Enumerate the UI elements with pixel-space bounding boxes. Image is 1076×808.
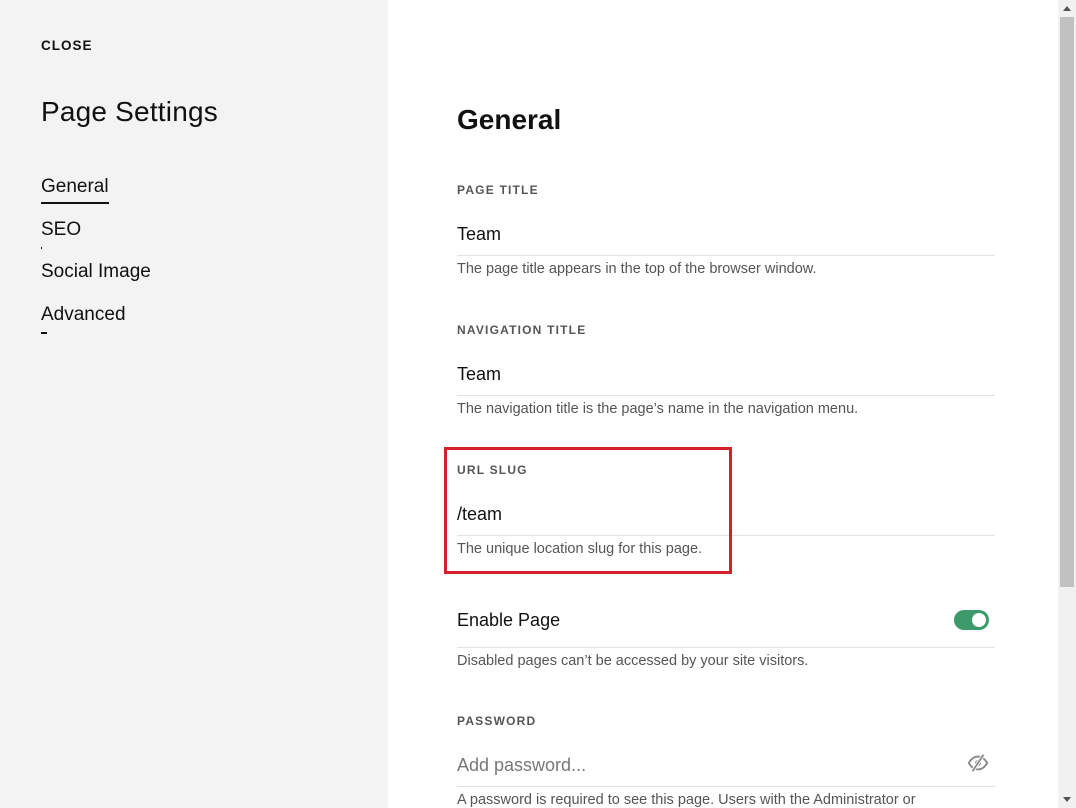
field-help: Disabled pages can’t be accessed by your… [457, 653, 809, 669]
nav-item-label: Social Image [41, 261, 151, 282]
password-field: PASSWORD A password is required to see t… [457, 714, 995, 808]
field-help: The page title appears in the top of the… [457, 261, 817, 277]
scrollbar[interactable] [1058, 0, 1076, 808]
field-help: The navigation title is the page’s name … [457, 401, 859, 417]
nav-item-label: Advanced [41, 303, 126, 325]
nav-item-general[interactable]: General [41, 176, 151, 219]
password-input[interactable] [457, 752, 995, 778]
navigation-title-field: NAVIGATION TITLE The navigation title is… [457, 323, 995, 417]
field-label: NAVIGATION TITLE [457, 323, 587, 337]
enable-page-help-block: Disabled pages can’t be accessed by your… [457, 647, 995, 669]
toggle-knob [972, 613, 986, 627]
nav-underline-indicator [41, 246, 42, 249]
enable-page-row: Enable Page [457, 606, 995, 636]
field-divider [457, 647, 995, 648]
enable-page-toggle[interactable] [954, 610, 989, 630]
navigation-title-input[interactable] [457, 361, 995, 387]
field-help: The unique location slug for this page. [457, 541, 703, 557]
nav-item-label: General [41, 176, 109, 204]
url-slug-field: URL SLUG The unique location slug for th… [457, 463, 995, 557]
field-label: PASSWORD [457, 714, 537, 728]
field-divider [457, 255, 995, 256]
sidebar-title: Page Settings [41, 96, 218, 127]
scroll-down-icon[interactable] [1063, 797, 1071, 802]
eye-off-icon[interactable] [967, 752, 989, 774]
field-divider [457, 786, 995, 787]
field-divider [457, 395, 995, 396]
sidebar: CLOSE Page Settings General SEO Social I… [0, 0, 388, 808]
password-input-wrap [457, 752, 995, 778]
nav-underline-indicator [41, 331, 47, 334]
field-help: A password is required to see this page.… [457, 792, 916, 808]
nav-item-advanced[interactable]: Advanced [41, 304, 151, 347]
page-title-field: PAGE TITLE The page title appears in the… [457, 183, 995, 277]
page-title-input[interactable] [457, 221, 995, 247]
close-button[interactable]: CLOSE [41, 38, 93, 53]
enable-page-label: Enable Page [457, 610, 561, 630]
nav-item-label: SEO [41, 218, 82, 240]
url-slug-input[interactable] [457, 501, 995, 527]
page-title: General [457, 104, 562, 135]
scroll-thumb[interactable] [1060, 17, 1074, 587]
field-divider [457, 535, 995, 536]
field-label: PAGE TITLE [457, 183, 539, 197]
scroll-up-icon[interactable] [1063, 6, 1071, 11]
nav-item-seo[interactable]: SEO [41, 219, 151, 262]
main-panel: General PAGE TITLE The page title appear… [388, 0, 1058, 808]
settings-nav: General SEO Social Image Advanced [41, 176, 151, 346]
field-label: URL SLUG [457, 463, 528, 477]
nav-item-social-image[interactable]: Social Image [41, 261, 151, 304]
